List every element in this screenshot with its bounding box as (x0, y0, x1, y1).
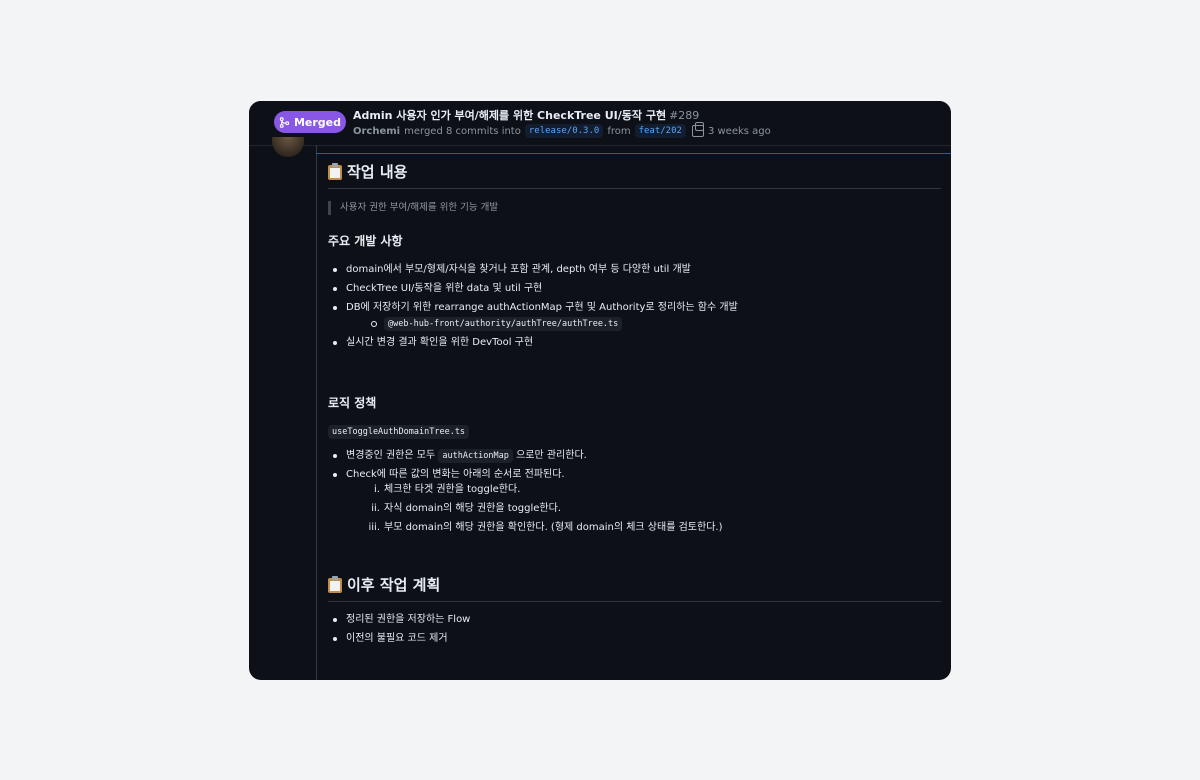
logic-list: 변경중인 권한은 모두 authActionMap 으로만 관리한다. Chec… (328, 449, 941, 535)
list-item: 변경중인 권한은 모두 authActionMap 으로만 관리한다. (328, 449, 941, 463)
list-item: 실시간 변경 결과 확인을 위한 DevTool 구현 (328, 336, 941, 350)
ordered-num: i. (374, 484, 380, 495)
list-item: 정리된 권한을 저장하는 Flow (328, 613, 941, 627)
copy-icon[interactable] (691, 122, 704, 137)
timestamp: 3 weeks ago (707, 125, 771, 137)
ordered-text: 자식 domain의 해당 권한을 toggle한다. (384, 503, 562, 514)
clipboard-icon (328, 162, 342, 180)
clipboard-icon (328, 575, 342, 593)
logic-file-line: useToggleAuthDomainTree.ts (328, 425, 941, 439)
logic-item1-post: 으로만 관리한다. (516, 450, 587, 461)
file-path-code: @web-hub-front/authority/authTree/authTr… (384, 317, 623, 331)
section-heading-work-text: 작업 내용 (347, 162, 408, 181)
list-item-text: DB에 저장하기 위한 rearrange authActionMap 구현 및… (346, 302, 738, 313)
section-heading-work: 작업 내용 (328, 158, 941, 189)
list-item: DB에 저장하기 위한 rearrange authActionMap 구현 및… (328, 301, 941, 331)
list-item: 이전의 불필요 코드 제거 (328, 632, 941, 646)
pr-window: Merged Admin 사용자 인가 부여/해제를 위한 CheckTree … (249, 101, 951, 680)
ordered-num: ii. (371, 503, 380, 514)
blockquote: 사용자 권한 부여/해제를 위한 기능 개발 (328, 201, 941, 215)
base-branch[interactable]: release/0.3.0 (524, 124, 604, 138)
main-dev-list: domain에서 부모/형제/자식을 찾거나 포함 관계, depth 여부 등… (328, 263, 941, 350)
pr-header: Merged Admin 사용자 인가 부여/해제를 위한 CheckTree … (249, 101, 951, 146)
list-item: domain에서 부모/형제/자식을 찾거나 포함 관계, depth 여부 등… (328, 263, 941, 277)
pr-meta: Orchemi merged 8 commits into release/0.… (353, 122, 771, 138)
avatar[interactable] (272, 137, 304, 157)
comment-body: 작업 내용 사용자 권한 부여/해제를 위한 기능 개발 주요 개발 사항 do… (328, 158, 941, 646)
ordered-num: iii. (368, 522, 380, 533)
logic-item1-pre: 변경중인 권한은 모두 (346, 450, 436, 461)
merged-text: merged 8 commits into (404, 125, 521, 137)
git-merge-icon (279, 116, 290, 128)
section-heading-plan-text: 이후 작업 계획 (347, 575, 441, 594)
pr-number: #289 (669, 109, 700, 122)
pr-title-text: Admin 사용자 인가 부여/해제를 위한 CheckTree UI/동작 구… (353, 109, 667, 122)
plan-list: 정리된 권한을 저장하는 Flow 이전의 불필요 코드 제거 (328, 613, 941, 646)
ordered-text: 체크한 타겟 권한을 toggle한다. (384, 484, 521, 495)
logic-heading: 로직 정책 (328, 396, 377, 410)
section-heading-plan: 이후 작업 계획 (328, 571, 941, 602)
list-item: Check에 따른 값의 변화는 아래의 순서로 전파된다. i. 체크한 타겟 … (328, 468, 941, 535)
head-branch[interactable]: feat/202 (634, 124, 686, 138)
main-dev-heading: 주요 개발 사항 (328, 234, 403, 248)
logic-item2-text: Check에 따른 값의 변화는 아래의 순서로 전파된다. (346, 469, 565, 480)
merged-badge: Merged (274, 111, 346, 133)
author-link[interactable]: Orchemi (353, 126, 400, 137)
ordered-item: ii. 자식 domain의 해당 권한을 toggle한다. (346, 502, 941, 516)
pr-title[interactable]: Admin 사용자 인가 부여/해제를 위한 CheckTree UI/동작 구… (353, 107, 699, 123)
ordered-item: iii. 부모 domain의 해당 권한을 확인한다. (형제 domain의 … (346, 521, 941, 535)
from-text: from (607, 125, 631, 137)
ordered-text: 부모 domain의 해당 권한을 확인한다. (형제 domain의 체크 상… (384, 522, 723, 533)
list-item: CheckTree UI/동작을 위한 data 및 util 구현 (328, 282, 941, 296)
auth-action-map-code: authActionMap (438, 449, 513, 463)
merged-badge-label: Merged (293, 115, 342, 129)
sub-list-item: @web-hub-front/authority/authTree/authTr… (346, 317, 941, 331)
ordered-item: i. 체크한 타겟 권한을 toggle한다. (346, 483, 941, 497)
logic-file-code: useToggleAuthDomainTree.ts (328, 425, 470, 439)
